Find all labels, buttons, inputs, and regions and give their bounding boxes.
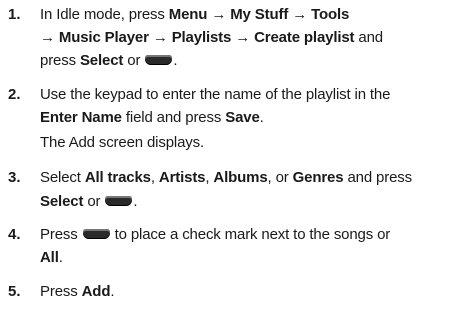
instruction-text: Select [40, 169, 85, 186]
arrow-separator: → [288, 6, 312, 23]
instruction-text: and [354, 29, 384, 46]
step-number: 1. [8, 6, 21, 23]
instruction-text: , or [267, 169, 293, 186]
step-line: In Idle mode, press Menu → My Stuff → To… [40, 6, 349, 24]
menu-term: Create playlist [254, 29, 355, 46]
menu-term: Add [81, 283, 111, 300]
option-term: All [40, 249, 59, 266]
select-key-icon [145, 55, 173, 66]
instruction-text: Press [40, 226, 82, 243]
instruction-text: or [83, 193, 105, 210]
menu-term: Playlists [171, 29, 232, 46]
menu-term: Select [40, 193, 84, 210]
result-text: The Add screen displays. [40, 134, 204, 151]
instruction-text: Use the keypad to enter the name of the … [40, 86, 391, 103]
instruction-text: . [110, 283, 115, 300]
step-line: Press to place a check mark next to the … [40, 226, 390, 244]
step-number: 5. [8, 283, 21, 300]
instruction-text: In Idle mode, press [40, 6, 169, 23]
step-line: Use the keypad to enter the name of the … [40, 86, 390, 104]
step-result-line: The Add screen displays. [40, 134, 204, 152]
step-line: Select All tracks, Artists, Albums, or G… [40, 169, 412, 187]
select-key-icon [82, 229, 110, 240]
option-term: All tracks [84, 169, 151, 186]
instruction-text: . [133, 193, 138, 210]
step-line: → Music Player → Playlists → Create play… [40, 29, 383, 47]
step-number: 2. [8, 86, 21, 103]
step-number: 4. [8, 226, 21, 243]
step-line: Enter Name field and press Save. [40, 109, 264, 127]
option-term: Albums [213, 169, 268, 186]
step-number: 3. [8, 169, 21, 186]
menu-term: Select [79, 52, 124, 69]
arrow-separator: → [148, 29, 172, 46]
menu-term: Tools [311, 6, 350, 23]
field-term: Enter Name [40, 109, 122, 126]
instruction-text: . [173, 52, 178, 69]
select-key-icon [105, 196, 133, 207]
instruction-text: Press [40, 283, 82, 300]
option-term: Artists [158, 169, 206, 186]
instruction-text: field and press [121, 109, 226, 126]
menu-term: Menu [168, 6, 208, 23]
instruction-text: . [259, 109, 264, 126]
step-line: All. [40, 249, 63, 267]
instruction-text: , [150, 169, 159, 186]
instruction-text: to place a check mark next to the songs … [110, 226, 391, 243]
arrow-separator: → [231, 29, 255, 46]
instruction-text: and press [343, 169, 412, 186]
menu-term: Save [225, 109, 260, 126]
step-line: Select or . [40, 193, 138, 211]
arrow-separator: → [207, 6, 231, 23]
instruction-text: or [123, 52, 145, 69]
instruction-text: . [58, 249, 63, 266]
menu-term: My Stuff [230, 6, 289, 23]
menu-term: Music Player [58, 29, 149, 46]
step-line: Press Add. [40, 283, 115, 301]
instruction-steps-list: 1. In Idle mode, press Menu → My Stuff →… [0, 0, 469, 335]
step-line: press Select or . [40, 52, 178, 70]
instruction-text: press [40, 52, 80, 69]
option-term: Genres [292, 169, 344, 186]
arrow-separator: → [40, 29, 59, 46]
